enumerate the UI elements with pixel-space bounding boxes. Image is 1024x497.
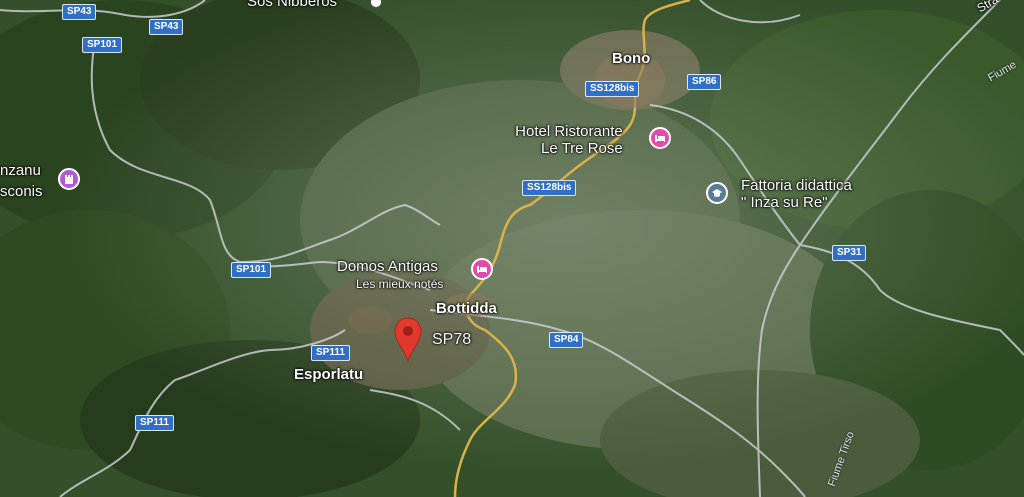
graduation-cap-glyph	[712, 189, 722, 197]
castle-icon[interactable]	[58, 168, 80, 190]
place-label-esporlatu[interactable]: Esporlatu	[294, 366, 363, 383]
place-label-bottidda[interactable]: Bottidda	[436, 300, 497, 317]
road-shield-ss128bis: SS128bis	[585, 81, 640, 97]
poi-label-hotel-tre-rose[interactable]: Hotel Ristorante Le Tre Rose	[507, 123, 623, 158]
bed-icon-glyph	[655, 135, 665, 142]
road-shield-ss128bis: SS128bis	[522, 180, 577, 196]
road-shield-sp86: SP86	[687, 74, 722, 90]
road-shield-sp111: SP111	[135, 415, 174, 431]
place-label-anzanu: nzanu	[0, 162, 41, 179]
bed-icon[interactable]	[471, 258, 493, 280]
road-shield-sp31: SP31	[832, 245, 867, 261]
poi-sublabel-domos-antigas: Les mieux notés	[356, 277, 444, 291]
poi-label-fattoria-line1: Fattoria didattica	[741, 177, 852, 194]
poi-label-hotel-line2: Le Tre Rose	[541, 140, 623, 158]
pin-label-sp78: SP78	[432, 331, 472, 348]
road-shield-sp101: SP101	[231, 262, 272, 278]
poi-label-fattoria[interactable]: Fattoria didattica " Inza su Re"	[741, 177, 852, 212]
place-label-bono[interactable]: Bono	[612, 50, 650, 67]
poi-label-domos-antigas[interactable]: Domos Antigas	[337, 258, 438, 275]
place-label-sconis: sconis	[0, 183, 43, 200]
bed-icon[interactable]	[649, 127, 671, 149]
road-shield-sp43: SP43	[149, 19, 184, 35]
poi-label-fattoria-line2: " Inza su Re"	[741, 194, 828, 212]
castle-glyph	[65, 175, 73, 184]
location-pin-icon[interactable]	[393, 316, 423, 362]
place-label-sos-nibberos: Sos Nibberos	[247, 0, 338, 10]
road-shield-sp101: SP101	[82, 37, 123, 53]
graduation-cap-icon[interactable]	[706, 182, 728, 204]
road-shield-sp43: SP43	[62, 4, 97, 20]
poi-label-hotel-line1: Hotel Ristorante	[515, 123, 623, 140]
road-shield-sp111: SP111	[311, 345, 350, 361]
road-shield-sp84: SP84	[549, 332, 584, 348]
bed-icon-glyph	[477, 266, 487, 273]
